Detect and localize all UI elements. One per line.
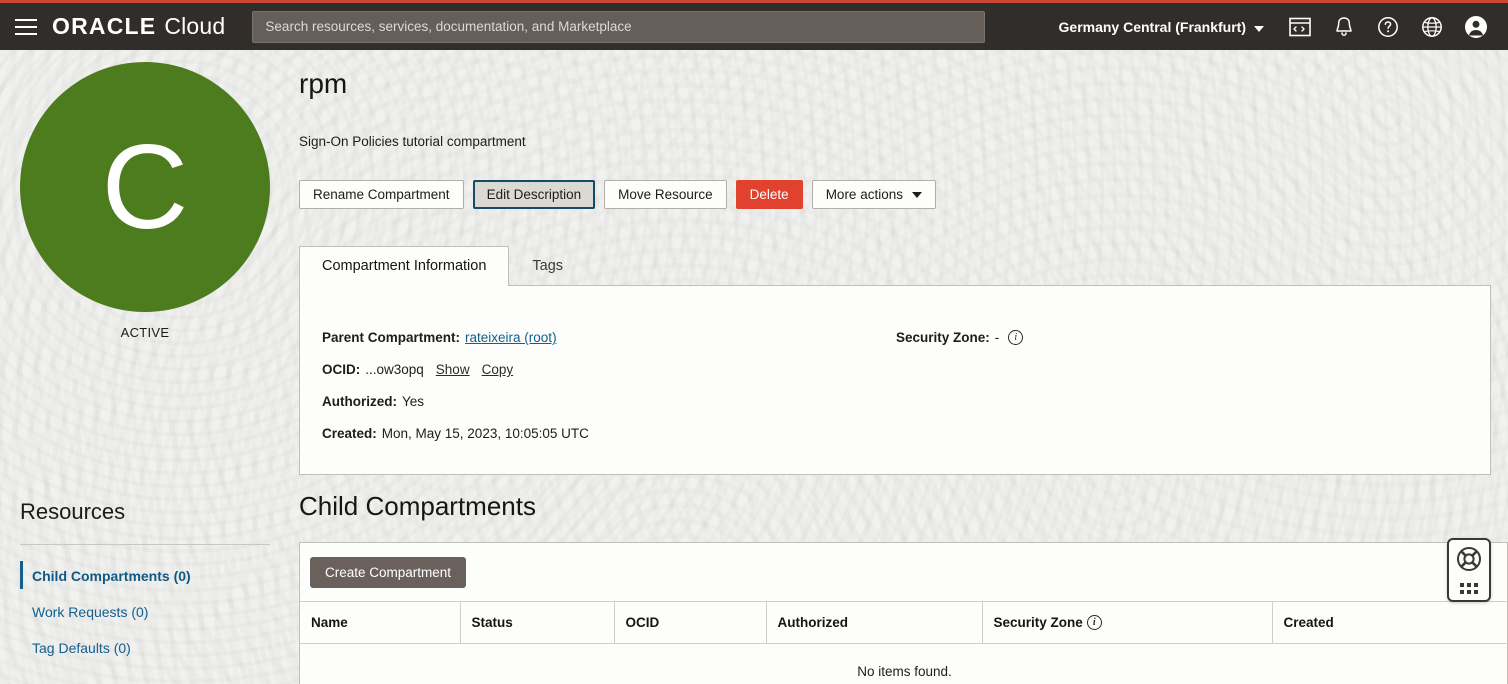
child-compartments-table: Name Status OCID Authorized Security Zon…: [300, 601, 1508, 684]
chevron-down-icon: [1254, 26, 1264, 32]
cloud-shell-icon[interactable]: [1278, 3, 1322, 50]
ocid-row: OCID: ...ow3opq Show Copy: [322, 362, 862, 377]
main-content: rpm Sign-On Policies tutorial compartmen…: [290, 50, 1508, 684]
more-actions-label: More actions: [826, 181, 903, 208]
created-label: Created:: [322, 426, 377, 441]
help-question-icon[interactable]: [1366, 3, 1410, 50]
resources-list: Child Compartments (0) Work Requests (0)…: [20, 558, 270, 666]
more-actions-button[interactable]: More actions: [812, 180, 936, 209]
parent-compartment-label: Parent Compartment:: [322, 330, 460, 345]
life-preserver-icon: [1456, 546, 1482, 577]
column-label: Created: [1284, 615, 1334, 630]
delete-button[interactable]: Delete: [736, 180, 803, 209]
table-empty-row: No items found.: [300, 644, 1508, 684]
ocid-label: OCID:: [322, 362, 360, 377]
sidebar-item-label: Tag Defaults (0): [32, 640, 131, 656]
oracle-cloud-logo[interactable]: ORACLE Cloud: [52, 13, 225, 40]
child-compartments-panel: Create Compartment Name Status OCID: [299, 542, 1508, 684]
security-zone-label: Security Zone:: [896, 330, 990, 345]
table-header-row: Name Status OCID Authorized Security Zon…: [300, 602, 1508, 644]
action-button-group: Rename Compartment Edit Description Move…: [299, 180, 936, 209]
authorized-row: Authorized: Yes: [322, 394, 862, 409]
user-profile-icon[interactable]: [1454, 3, 1498, 50]
child-compartments-heading: Child Compartments: [299, 491, 536, 522]
avatar-letter: C: [102, 127, 189, 247]
empty-message: No items found.: [300, 644, 1508, 684]
resources-divider: [20, 544, 270, 545]
sidebar-item-tag-defaults[interactable]: Tag Defaults (0): [20, 630, 270, 666]
security-zone-value: -: [995, 330, 1000, 345]
ocid-show-link[interactable]: Show: [436, 362, 470, 377]
page-subtitle: Sign-On Policies tutorial compartment: [299, 134, 526, 149]
parent-compartment-link[interactable]: rateixeira (root): [465, 330, 557, 345]
tab-label: Tags: [532, 258, 563, 274]
region-selector[interactable]: Germany Central (Frankfurt): [1045, 19, 1278, 35]
floating-help-widget[interactable]: [1447, 538, 1491, 602]
sidebar-item-work-requests[interactable]: Work Requests (0): [20, 594, 270, 630]
global-search[interactable]: [252, 11, 985, 43]
column-header-ocid[interactable]: OCID: [614, 602, 766, 644]
info-circle-icon[interactable]: i: [1087, 615, 1102, 630]
created-value: Mon, May 15, 2023, 10:05:05 UTC: [382, 426, 589, 441]
create-compartment-button[interactable]: Create Compartment: [310, 557, 466, 588]
table-body: No items found.: [300, 644, 1508, 684]
column-header-authorized[interactable]: Authorized: [766, 602, 982, 644]
language-globe-icon[interactable]: [1410, 3, 1454, 50]
parent-compartment-row: Parent Compartment: rateixeira (root): [322, 330, 862, 345]
column-header-name[interactable]: Name: [300, 602, 460, 644]
hamburger-menu-icon[interactable]: [0, 3, 52, 50]
oracle-wordmark: ORACLE: [52, 13, 156, 40]
sidebar-item-label: Work Requests (0): [32, 604, 148, 620]
table-toolbar: Create Compartment: [300, 543, 1507, 601]
created-row: Created: Mon, May 15, 2023, 10:05:05 UTC: [322, 426, 862, 441]
sidebar-item-child-compartments[interactable]: Child Compartments (0): [20, 558, 270, 594]
security-zone-row: Security Zone: - i: [896, 330, 1023, 345]
chevron-down-icon: [912, 192, 922, 198]
column-header-status[interactable]: Status: [460, 602, 614, 644]
column-header-created[interactable]: Created: [1272, 602, 1508, 644]
dot-grid-icon: [1460, 583, 1478, 594]
rename-compartment-button[interactable]: Rename Compartment: [299, 180, 464, 209]
compartment-information-card: Parent Compartment: rateixeira (root) OC…: [299, 285, 1491, 475]
cloud-wordmark: Cloud: [164, 13, 225, 40]
status-badge: ACTIVE: [0, 325, 290, 340]
resources-heading: Resources: [20, 499, 125, 525]
top-nav-right-cluster: Germany Central (Frankfurt): [1045, 3, 1508, 50]
info-column-left: Parent Compartment: rateixeira (root) OC…: [322, 330, 862, 458]
brand-accent-bar: [0, 0, 1508, 3]
info-circle-icon[interactable]: i: [1008, 330, 1023, 345]
tab-bar: Compartment Information Tags: [299, 246, 586, 285]
tab-tags[interactable]: Tags: [509, 246, 586, 285]
column-header-security-zone[interactable]: Security Zone i: [982, 602, 1272, 644]
info-column-right: Security Zone: - i: [896, 330, 1023, 362]
top-navigation-bar: ORACLE Cloud Germany Central (Frankfurt): [0, 3, 1508, 50]
tab-compartment-information[interactable]: Compartment Information: [299, 246, 509, 285]
notifications-bell-icon[interactable]: [1322, 3, 1366, 50]
page-title: rpm: [299, 68, 347, 100]
move-resource-button[interactable]: Move Resource: [604, 180, 727, 209]
sidebar-item-label: Child Compartments (0): [32, 568, 191, 584]
compartment-avatar: C: [20, 62, 270, 312]
ocid-copy-link[interactable]: Copy: [482, 362, 514, 377]
column-label: Status: [472, 615, 513, 630]
column-label: Name: [311, 615, 348, 630]
search-input[interactable]: [252, 11, 985, 43]
authorized-label: Authorized:: [322, 394, 397, 409]
region-label: Germany Central (Frankfurt): [1059, 19, 1246, 35]
edit-description-button[interactable]: Edit Description: [473, 180, 596, 209]
authorized-value: Yes: [402, 394, 424, 409]
column-label: OCID: [626, 615, 660, 630]
column-label: Authorized: [778, 615, 849, 630]
left-rail: C ACTIVE Resources Child Compartments (0…: [0, 50, 290, 684]
tab-label: Compartment Information: [322, 258, 486, 274]
table-header: Name Status OCID Authorized Security Zon…: [300, 602, 1508, 644]
ocid-value: ...ow3opq: [365, 362, 424, 377]
column-label: Security Zone: [994, 615, 1083, 630]
